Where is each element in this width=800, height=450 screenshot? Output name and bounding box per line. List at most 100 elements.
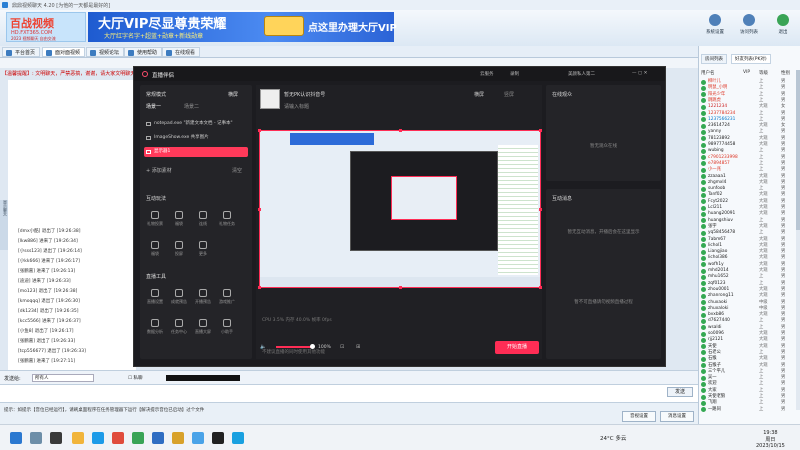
resize-handle[interactable] bbox=[258, 129, 261, 132]
app-icon[interactable] bbox=[112, 432, 124, 444]
user-list-scrollbar[interactable] bbox=[796, 70, 800, 410]
record-link[interactable]: 录制 bbox=[510, 71, 519, 77]
app-icon[interactable] bbox=[172, 432, 184, 444]
tab-friend-list[interactable]: 好友列表(PK对) bbox=[731, 54, 771, 64]
private-chat-label: 私聊 bbox=[133, 376, 143, 381]
watch-icon bbox=[166, 50, 172, 56]
account-name[interactable]: 美颜私人第二 bbox=[568, 71, 595, 77]
clock[interactable]: 19:38 周日 2023/10/15 bbox=[756, 430, 785, 449]
tab-help[interactable]: 使用帮助 bbox=[124, 47, 163, 57]
lucky-bag-icon[interactable]: 福袋 bbox=[170, 211, 188, 227]
system-settings-button[interactable]: 系统设置 bbox=[702, 14, 728, 40]
search-icon[interactable] bbox=[30, 432, 42, 444]
visit-list-button[interactable]: 访问列表 bbox=[736, 14, 762, 40]
footer-bar: 提示：如提示【音位已经运行】，请刷桌面程序在任务管理器下运行【解决提示音位已启动… bbox=[0, 402, 698, 424]
source-item[interactable]: ImageShow.exe 共享图片 bbox=[144, 133, 248, 143]
scroll-thumb[interactable] bbox=[796, 70, 800, 230]
side-strip[interactable]: 显示聊天 bbox=[0, 200, 8, 250]
resize-handle[interactable] bbox=[399, 129, 402, 132]
interact-label: 更多 bbox=[199, 251, 207, 256]
add-source-button[interactable]: + 添加素材 bbox=[146, 167, 172, 174]
tab-home[interactable]: 平台首页 bbox=[2, 47, 41, 57]
exit-button[interactable]: 退出 bbox=[770, 14, 796, 40]
more-icon[interactable]: 更多 bbox=[194, 241, 212, 257]
landscape-toggle[interactable]: 横屏 bbox=[228, 91, 238, 98]
clear-button[interactable]: 清空 bbox=[232, 167, 242, 174]
mode-label[interactable]: 常规模式 bbox=[146, 91, 166, 98]
message-settings-button[interactable]: 消息设置 bbox=[660, 411, 694, 422]
footer-tip: 提示：如提示【音位已经运行】，请刷桌面程序在任务管理器下运行【解决提示音位已启动… bbox=[4, 408, 205, 413]
view-portrait-tab[interactable]: 竖屏 bbox=[504, 91, 514, 98]
mic-icon[interactable]: ⊡ bbox=[340, 344, 344, 350]
achievement-icon[interactable]: 成就预告 bbox=[170, 289, 188, 305]
chat-log[interactable]: [dmx小酷] 退出了 [19:26:38] [lkw886] 进来了 [19:2… bbox=[8, 80, 136, 370]
ad-title: 大厅VIP尽显尊贵荣耀 bbox=[98, 17, 227, 32]
assistant-icon[interactable]: 小助手 bbox=[218, 319, 236, 335]
resize-handle[interactable] bbox=[258, 286, 261, 289]
source-label: ImageShow.exe 共享图片 bbox=[154, 135, 209, 140]
tab-video-chat[interactable]: 面对面视频 bbox=[42, 47, 86, 57]
gift-vote-icon[interactable]: 礼物投票 bbox=[146, 211, 164, 227]
interact-label: 连线 bbox=[199, 221, 207, 226]
notice-text: 【温馨提醒】: 文明聊天，严禁恶搞，谢谢，请大家文明聊天... bbox=[2, 71, 140, 77]
scene-1-tab[interactable]: 场景一 bbox=[146, 103, 161, 110]
source-item-selected[interactable]: 显示器1 bbox=[144, 147, 248, 157]
view-landscape-tab[interactable]: 横屏 bbox=[474, 91, 484, 98]
data-analysis-icon[interactable]: 数据分析 bbox=[146, 319, 164, 335]
connect-icon[interactable]: 连线 bbox=[194, 211, 212, 227]
live-settings-icon[interactable]: 直播设置 bbox=[146, 289, 164, 305]
task-view-icon[interactable] bbox=[50, 432, 62, 444]
source-item[interactable]: notepad.exe "新建文本文档 - 记事本" bbox=[144, 119, 248, 129]
preview-nested-studio bbox=[350, 151, 498, 251]
tab-watch[interactable]: 在线观看 bbox=[162, 47, 201, 57]
clock-date: 2023/10/15 bbox=[756, 443, 785, 449]
live-preview[interactable] bbox=[258, 129, 542, 289]
gift-task-icon[interactable]: 礼物任务 bbox=[218, 211, 236, 227]
window-controls[interactable]: — ▢ ✕ bbox=[632, 71, 647, 76]
live-cover-thumbnail[interactable] bbox=[260, 89, 280, 109]
tab-forum[interactable]: 视频论坛 bbox=[86, 47, 125, 57]
resize-handle[interactable] bbox=[539, 129, 542, 132]
scene-2-tab[interactable]: 场景二 bbox=[184, 103, 199, 110]
vip-ad-banner[interactable]: 大厅VIP尽显尊贵荣耀 大厅红字名字+超蓝+勋章+新线勋章 点这里办理大厅VIP bbox=[88, 12, 397, 42]
resize-handle[interactable] bbox=[399, 286, 402, 289]
chat-log-line: [kcc5566] 进来了 [19:26:37] bbox=[18, 319, 81, 324]
resize-handle[interactable] bbox=[539, 208, 542, 211]
tab-label: 在线观看 bbox=[175, 50, 196, 56]
game-icon[interactable]: 游戏推广 bbox=[218, 289, 236, 305]
source-label: 显示器1 bbox=[154, 149, 171, 154]
send-target-select[interactable]: 所有人 bbox=[32, 374, 94, 382]
app-icon[interactable] bbox=[152, 432, 164, 444]
send-button[interactable]: 发送 bbox=[667, 387, 693, 397]
live-title[interactable]: 暂无PK认识抖音号 bbox=[284, 91, 325, 98]
tab-room-list[interactable]: 房间列表 bbox=[701, 54, 727, 64]
av-settings-button[interactable]: 音视设置 bbox=[622, 411, 656, 422]
go-live-button[interactable]: 开始直播 bbox=[495, 341, 539, 354]
cloud-service-link[interactable]: 云服务 bbox=[480, 71, 494, 77]
private-chat-checkbox[interactable]: ☐ 私聊 bbox=[128, 375, 142, 381]
edge-icon[interactable] bbox=[92, 432, 104, 444]
wechat-icon[interactable] bbox=[132, 432, 144, 444]
camera-icon[interactable]: ⊞ bbox=[356, 344, 360, 350]
cast-icon[interactable]: 投屏 bbox=[170, 241, 188, 257]
weather-widget[interactable]: 24°C 多云 bbox=[600, 434, 626, 442]
task-center-icon[interactable]: 任务中心 bbox=[170, 319, 188, 335]
explorer-icon[interactable] bbox=[72, 432, 84, 444]
preview-icon[interactable]: 开播预告 bbox=[194, 289, 212, 305]
bag-icon[interactable]: 福袋 bbox=[146, 241, 164, 257]
big-screen-icon[interactable]: 直播大屏 bbox=[194, 319, 212, 335]
live-studio-taskbar-icon[interactable] bbox=[212, 432, 224, 444]
volume-slider[interactable] bbox=[276, 344, 315, 349]
start-icon[interactable] bbox=[10, 432, 22, 444]
user-row[interactable]: 一路同 上 男 bbox=[701, 406, 799, 414]
tool-label: 游戏推广 bbox=[219, 299, 235, 304]
app-icon[interactable] bbox=[192, 432, 204, 444]
message-input[interactable] bbox=[0, 384, 698, 402]
logo-sub: 2023 视频聊天 自由交流 bbox=[11, 36, 56, 41]
resize-handle[interactable] bbox=[539, 286, 542, 289]
chat-app-taskbar-icon[interactable] bbox=[232, 432, 244, 444]
live-subtitle[interactable]: 请输入标题 bbox=[284, 103, 309, 110]
tool-label: 小助手 bbox=[221, 329, 233, 334]
site-logo[interactable]: 百战视频 HD.FXT365.COM 2023 视频聊天 自由交流 bbox=[6, 12, 86, 42]
resize-handle[interactable] bbox=[258, 208, 261, 211]
